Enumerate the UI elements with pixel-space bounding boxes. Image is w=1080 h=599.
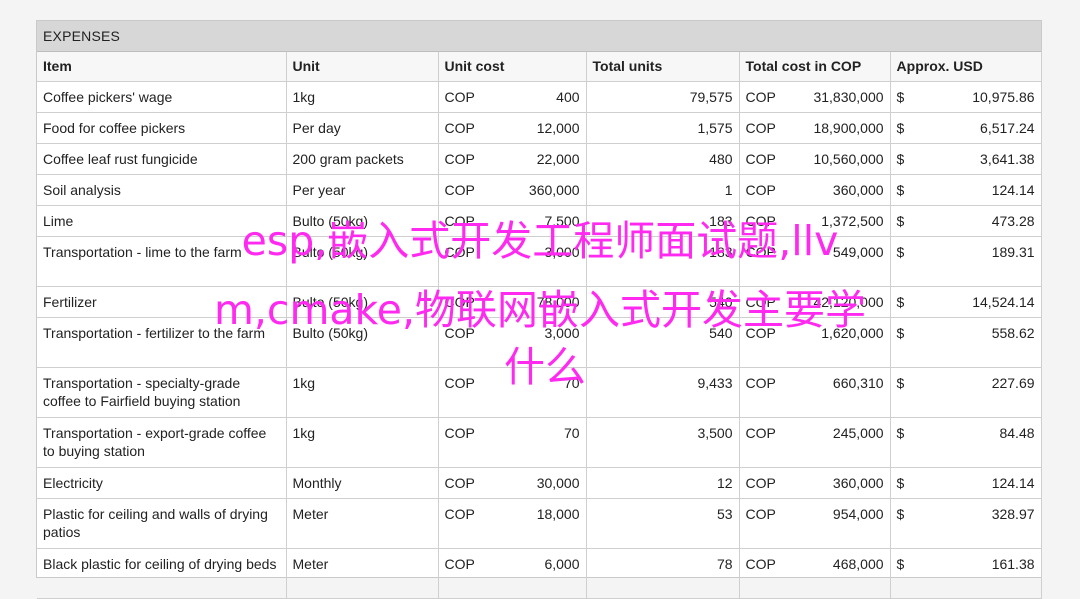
cell-usd-currency: $ xyxy=(890,467,921,499)
header-unit: Unit xyxy=(286,52,439,82)
cell-total-units: 79,575 xyxy=(586,81,740,113)
cell-total-cost: 954,000 xyxy=(787,498,891,549)
cell-usd: 6,517.24 xyxy=(920,112,1042,144)
cell-unit: 1kg xyxy=(286,81,439,113)
cell-usd: 161.38 xyxy=(920,548,1042,599)
cell-usd: 3,641.38 xyxy=(920,143,1042,175)
cell-item: Electricity xyxy=(37,467,287,499)
cell-total-currency: COP xyxy=(739,417,788,468)
cell-total-cost: 10,560,000 xyxy=(787,143,891,175)
cell-unit-cost: 22,000 xyxy=(494,143,587,175)
cell-usd: 328.97 xyxy=(920,498,1042,549)
cell-total-units: 12 xyxy=(586,467,740,499)
table-row: Soil analysis Per year COP 360,000 1 COP 360,0… xyxy=(37,174,1042,206)
table-row: Plastic for ceiling and walls of drying … xyxy=(37,498,1042,549)
cell-unit: Monthly xyxy=(286,467,439,499)
cell-unit-cost: 12,000 xyxy=(494,112,587,144)
cell-item: Transportation - export-grade coffee to … xyxy=(37,417,287,468)
cell-total-units: 3,500 xyxy=(586,417,740,468)
table-row: Coffee pickers' wage 1kg COP 400 79,575 COP 31… xyxy=(37,81,1042,113)
cell-unit: Meter xyxy=(286,548,439,599)
table-row: Black plastic for ceiling of drying beds… xyxy=(37,548,1042,599)
cell-unit-cost: 18,000 xyxy=(494,498,587,549)
cell-usd-currency: $ xyxy=(890,81,921,113)
cell-usd: 84.48 xyxy=(920,417,1042,468)
header-row: Item Unit Unit cost Total units Total co… xyxy=(37,52,1042,82)
cell-total-units: 1,575 xyxy=(586,112,740,144)
cell-unit-currency: COP xyxy=(438,467,494,499)
cell-unit-cost: 6,000 xyxy=(494,548,587,599)
overlay-line-3: 什么 xyxy=(504,343,586,391)
header-usd: Approx. USD xyxy=(890,52,1042,82)
cell-unit: Per year xyxy=(286,174,439,206)
cell-usd: 10,975.86 xyxy=(920,81,1042,113)
cell-unit: Per day xyxy=(286,112,439,144)
cell-item: Coffee pickers' wage xyxy=(37,81,287,113)
cell-item: Coffee leaf rust fungicide xyxy=(37,143,287,175)
cell-total-units: 480 xyxy=(586,143,740,175)
cell-unit-cost: 400 xyxy=(494,81,587,113)
cell-total-cost: 31,830,000 xyxy=(787,81,891,113)
table-row: Coffee leaf rust fungicide 200 gram packe… xyxy=(37,143,1042,175)
cell-total-units: 53 xyxy=(586,498,740,549)
cell-total-cost: 18,900,000 xyxy=(787,112,891,144)
cell-unit-currency: COP xyxy=(438,498,494,549)
cell-unit-currency: COP xyxy=(438,417,494,468)
cell-total-currency: COP xyxy=(739,498,788,549)
cell-item: Food for coffee pickers xyxy=(37,112,287,144)
cell-usd: 124.14 xyxy=(920,174,1042,206)
cell-total-currency: COP xyxy=(739,548,788,599)
cell-usd-currency: $ xyxy=(890,112,921,144)
cell-item: Black plastic for ceiling of drying beds xyxy=(37,548,287,599)
cell-total-currency: COP xyxy=(739,81,788,113)
cell-total-units: 78 xyxy=(586,548,740,599)
cell-usd-currency: $ xyxy=(890,143,921,175)
cell-unit-currency: COP xyxy=(438,174,494,206)
cell-unit-currency: COP xyxy=(438,548,494,599)
cell-total-cost: 360,000 xyxy=(787,467,891,499)
cell-usd: 124.14 xyxy=(920,467,1042,499)
cell-unit: 1kg xyxy=(286,417,439,468)
cell-unit-currency: COP xyxy=(438,112,494,144)
cell-usd-currency: $ xyxy=(890,174,921,206)
cell-total-cost: 468,000 xyxy=(787,548,891,599)
cell-unit-currency: COP xyxy=(438,143,494,175)
cell-total-currency: COP xyxy=(739,467,788,499)
cell-item: Plastic for ceiling and walls of drying … xyxy=(37,498,287,549)
cell-unit-cost: 360,000 xyxy=(494,174,587,206)
table-row: Electricity Monthly COP 30,000 12 COP 360,000 $… xyxy=(37,467,1042,499)
header-unit-cost: Unit cost xyxy=(438,52,587,82)
cell-usd-currency: $ xyxy=(890,498,921,549)
cell-unit: 200 gram packets xyxy=(286,143,439,175)
overlay-line-1: esp,嵌入式开发工程师面试题,llv xyxy=(241,217,839,265)
cell-usd-currency: $ xyxy=(890,548,921,599)
cell-unit-currency: COP xyxy=(438,81,494,113)
sheet-title: EXPENSES xyxy=(37,21,1041,52)
cell-total-cost: 360,000 xyxy=(787,174,891,206)
cell-unit-cost: 30,000 xyxy=(494,467,587,499)
table-row: Food for coffee pickers Per day COP 12,000 1… xyxy=(37,112,1042,144)
cell-total-currency: COP xyxy=(739,174,788,206)
cell-unit-cost: 70 xyxy=(494,417,587,468)
header-total-cost: Total cost in COP xyxy=(739,52,891,82)
cell-unit: Meter xyxy=(286,498,439,549)
cell-total-units: 1 xyxy=(586,174,740,206)
header-item: Item xyxy=(37,52,287,82)
cell-total-cost: 245,000 xyxy=(787,417,891,468)
cell-item: Soil analysis xyxy=(37,174,287,206)
cell-total-currency: COP xyxy=(739,143,788,175)
overlay-line-2: m,cmake,物联网嵌入式开发主要学 xyxy=(213,286,867,334)
cell-usd-currency: $ xyxy=(890,417,921,468)
cell-total-currency: COP xyxy=(739,112,788,144)
table-row: Transportation - export-grade coffee to … xyxy=(37,417,1042,468)
header-total-units: Total units xyxy=(586,52,740,82)
